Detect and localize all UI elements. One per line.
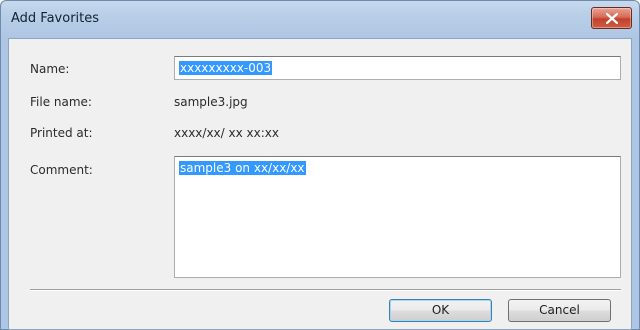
name-label: Name: <box>30 62 70 76</box>
divider <box>30 289 621 291</box>
comment-textarea[interactable]: sample3 on xx/xx/xx <box>174 156 621 278</box>
dialog-title: Add Favorites <box>11 11 100 26</box>
ok-button[interactable]: OK <box>389 299 492 322</box>
file-name-label: File name: <box>30 95 92 109</box>
name-field-value: xxxxxxxxx-003 <box>179 61 273 75</box>
printed-at-label: Printed at: <box>30 126 93 140</box>
printed-at-value: xxxx/xx/ xx xx:xx <box>174 126 279 140</box>
title-bar[interactable]: Add Favorites <box>1 1 639 37</box>
close-button[interactable] <box>591 7 632 29</box>
add-favorites-dialog: Add Favorites Name: xxxxxxxxx-003 File n… <box>0 0 640 330</box>
comment-textarea-value: sample3 on xx/xx/xx <box>179 161 306 175</box>
close-icon <box>606 13 618 24</box>
file-name-value: sample3.jpg <box>174 95 248 109</box>
dialog-body: Name: xxxxxxxxx-003 File name: sample3.j… <box>8 38 632 330</box>
name-field[interactable]: xxxxxxxxx-003 <box>174 56 621 80</box>
comment-label: Comment: <box>30 163 93 177</box>
cancel-button[interactable]: Cancel <box>508 299 611 322</box>
